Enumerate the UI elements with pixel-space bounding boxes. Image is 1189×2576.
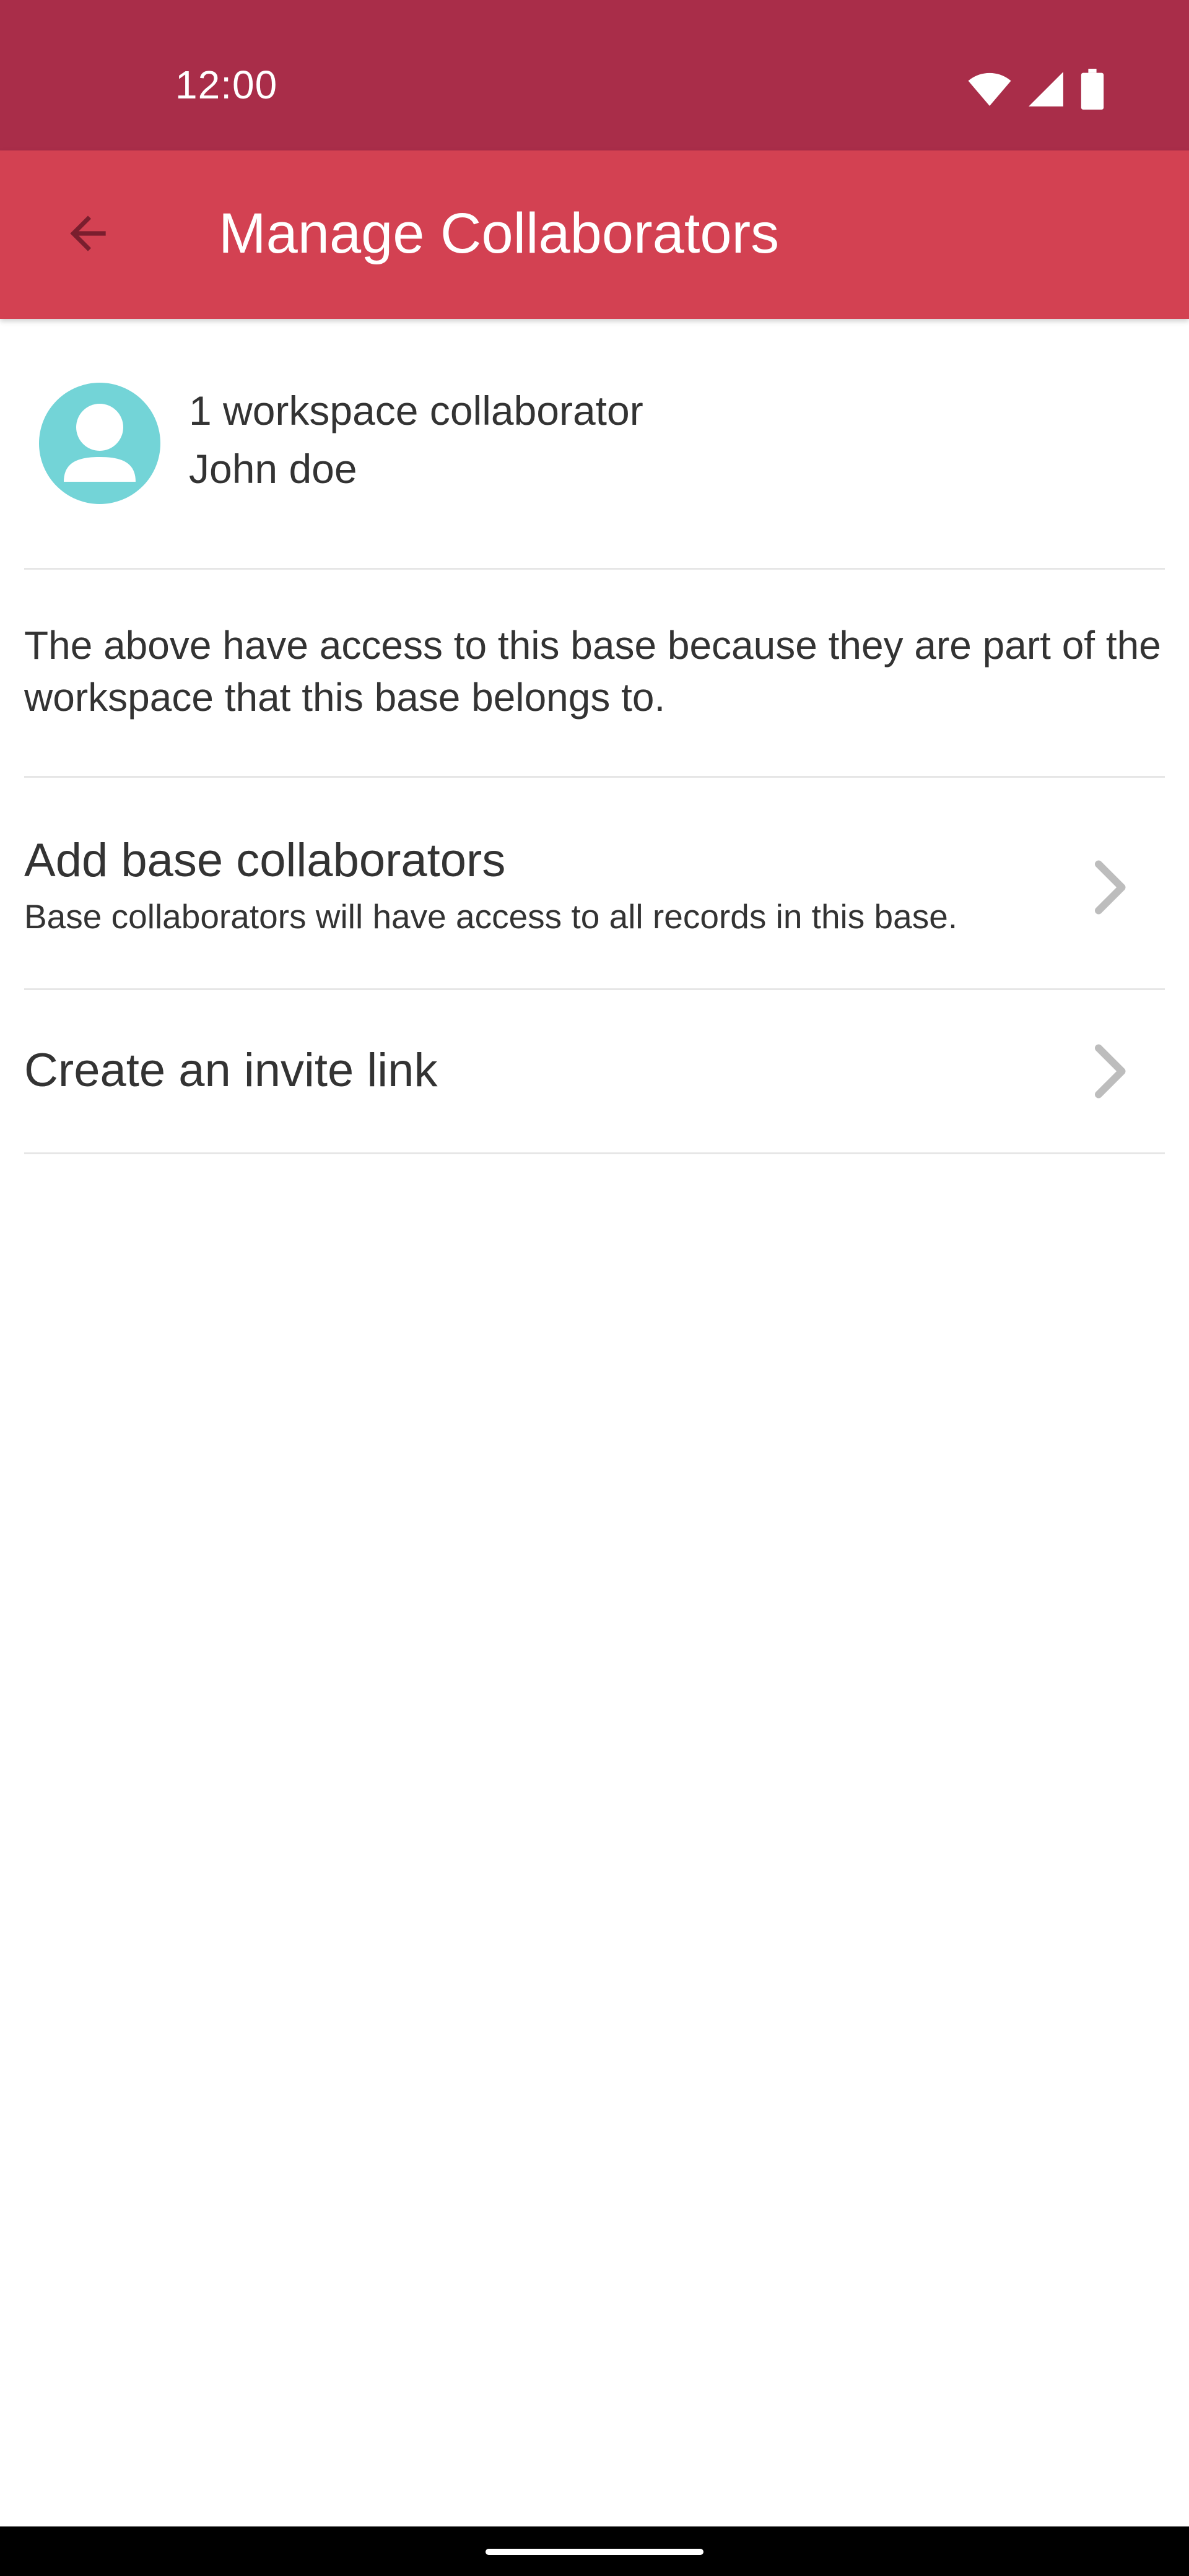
status-time: 12:00	[175, 63, 278, 107]
add-base-collaborators-subtitle: Base collaborators will have access to a…	[24, 897, 958, 936]
avatar	[39, 383, 160, 504]
divider	[24, 568, 1165, 570]
create-invite-link-row[interactable]: Create an invite link	[0, 990, 1189, 1152]
collaborator-name: John doe	[189, 446, 357, 492]
home-gesture-handle[interactable]	[486, 2549, 703, 2555]
workspace-collaborators-row: 1 workspace collaborator John doe	[0, 319, 1189, 569]
app-bar: Manage Collaborators	[0, 150, 1189, 319]
navigation-bar	[0, 2526, 1189, 2576]
add-base-collaborators-row[interactable]: Add base collaborators Base collaborator…	[0, 778, 1189, 988]
back-button[interactable]	[45, 191, 131, 278]
wifi-icon	[967, 71, 1012, 108]
arrow-back-icon	[61, 207, 115, 263]
access-info-text: The above have access to this base becau…	[24, 623, 1161, 720]
create-invite-link-title: Create an invite link	[24, 1044, 438, 1097]
chevron-right-icon	[1092, 1043, 1130, 1099]
page-title: Manage Collaborators	[219, 202, 780, 265]
collaborator-count: 1 workspace collaborator	[189, 388, 643, 433]
status-icons	[967, 69, 1105, 110]
signal-icon	[1027, 70, 1065, 108]
status-bar: 12:00	[0, 0, 1189, 150]
person-icon	[64, 404, 136, 482]
add-base-collaborators-title: Add base collaborators	[24, 834, 506, 887]
chevron-right-icon	[1092, 859, 1130, 915]
battery-icon	[1080, 69, 1105, 110]
manage-collaborators-screen: 12:00 Manage Collaborators 1 workspace c…	[0, 0, 1189, 2576]
divider	[24, 1152, 1165, 1154]
